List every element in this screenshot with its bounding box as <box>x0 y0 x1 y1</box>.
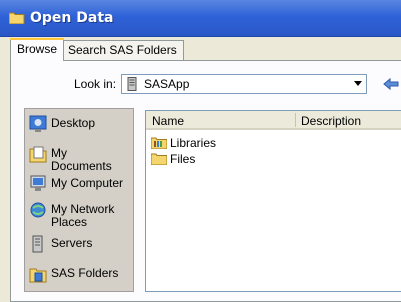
column-divider[interactable] <box>295 113 296 127</box>
place-label: My Computer <box>51 176 124 190</box>
column-header-description[interactable]: Description <box>301 114 361 128</box>
folder-icon <box>9 12 25 24</box>
back-arrow-icon[interactable] <box>383 77 399 91</box>
window-title: Open Data <box>30 10 114 26</box>
look-in-dropdown[interactable]: SASApp <box>121 74 367 94</box>
place-label: Desktop <box>51 116 96 130</box>
open-data-dialog: Open Data Browse Search SAS Folders Look… <box>0 0 401 302</box>
place-desktop[interactable]: Desktop <box>29 115 133 143</box>
place-my-network-places[interactable]: My Network Places <box>29 201 133 229</box>
tab-label: Search SAS Folders <box>68 43 177 57</box>
place-label: Servers <box>51 236 93 250</box>
chevron-down-icon[interactable] <box>354 81 362 86</box>
place-sas-folders[interactable]: SAS Folders <box>29 265 133 291</box>
item-name: Files <box>170 152 196 166</box>
folder-icon <box>151 153 167 165</box>
my-computer-icon <box>30 175 46 191</box>
column-header-name[interactable]: Name <box>152 114 184 128</box>
sas-folders-icon <box>29 268 47 283</box>
place-my-documents[interactable]: My Documents <box>29 145 133 173</box>
item-name: Libraries <box>170 136 217 150</box>
tab-search-sas-folders[interactable]: Search SAS Folders <box>61 40 184 61</box>
library-icon <box>151 137 167 149</box>
title-bar[interactable]: Open Data <box>0 0 401 37</box>
server-icon <box>127 77 137 91</box>
places-bar: Desktop My Documents My Computer My Netw… <box>24 108 134 292</box>
file-list[interactable]: Name Description Libraries Files <box>145 110 401 292</box>
my-documents-icon <box>29 146 47 163</box>
place-servers[interactable]: Servers <box>29 235 133 263</box>
place-label: SAS Folders <box>51 266 119 280</box>
place-label: My Network Places <box>51 202 115 229</box>
tab-browse[interactable]: Browse <box>10 38 65 61</box>
look-in-label: Look in: <box>74 77 117 91</box>
desktop-icon <box>29 115 47 132</box>
column-header-row: Name Description <box>146 111 401 130</box>
place-my-computer[interactable]: My Computer <box>29 175 133 203</box>
tab-label: Browse <box>17 42 58 56</box>
look-in-value: SASApp <box>144 77 190 91</box>
place-label: My Documents <box>51 146 112 173</box>
server-icon <box>32 235 43 253</box>
network-places-icon <box>30 202 46 218</box>
